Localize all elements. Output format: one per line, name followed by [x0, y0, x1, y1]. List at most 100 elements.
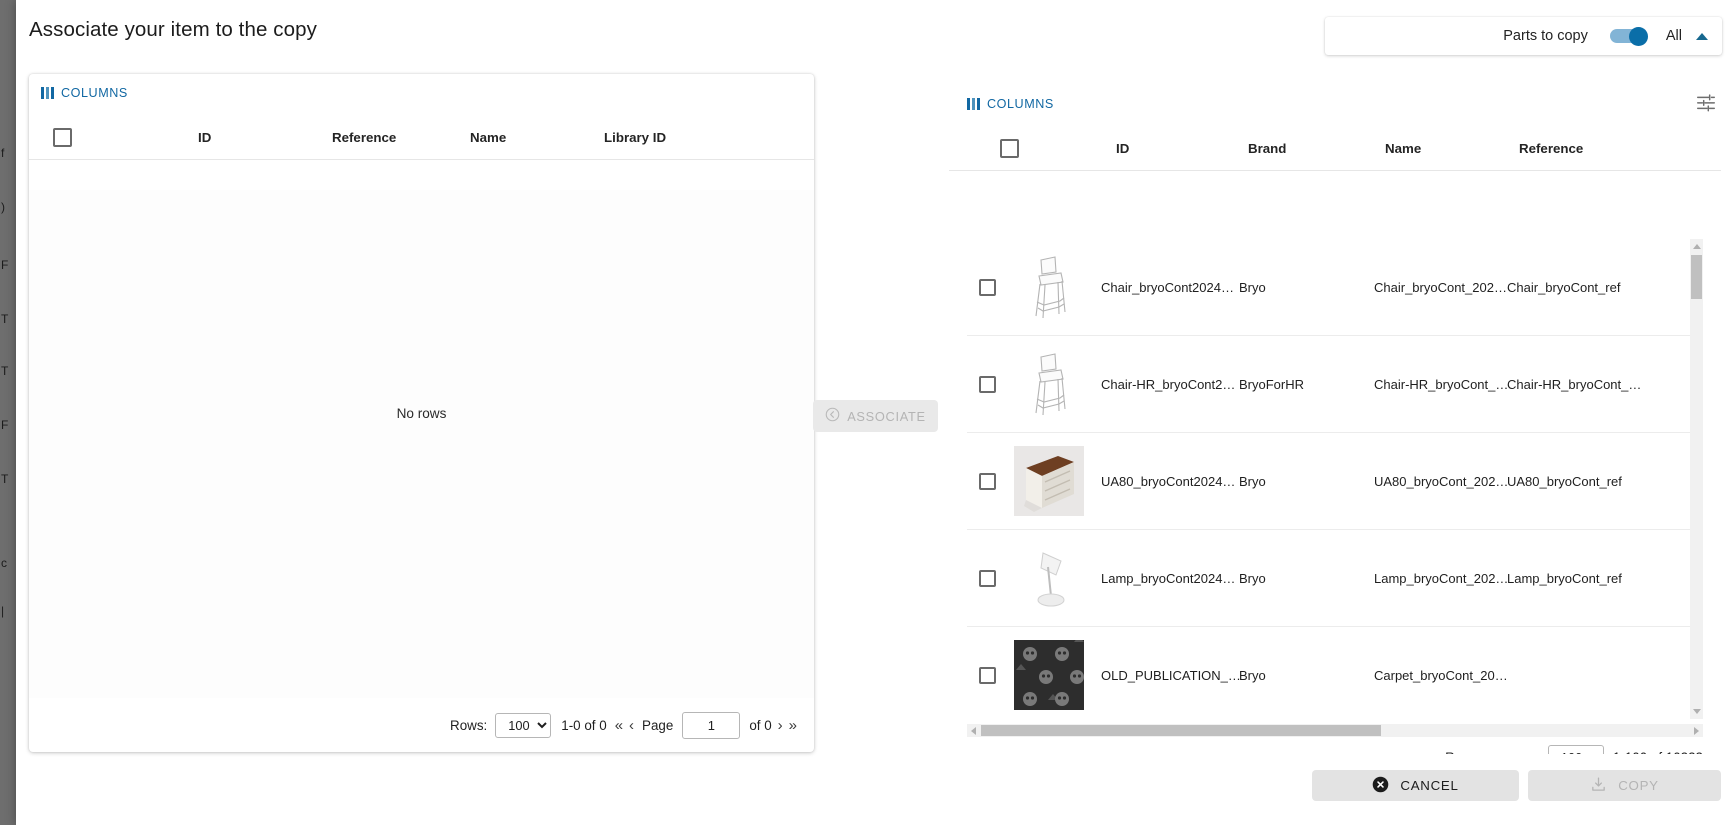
cell-name: Lamp_bryoCont_202… — [1374, 570, 1509, 586]
associate-button-label: ASSOCIATE — [847, 408, 926, 424]
column-header-brand[interactable]: Brand — [1248, 126, 1286, 171]
close-circle-icon — [1372, 776, 1389, 796]
row-checkbox[interactable] — [967, 472, 1008, 490]
cell-brand: Bryo — [1239, 570, 1266, 586]
row-checkbox[interactable] — [967, 375, 1008, 393]
row-checkbox[interactable] — [967, 569, 1008, 587]
scroll-down-icon[interactable] — [1693, 709, 1701, 714]
chair-hr-thumbnail — [1014, 349, 1084, 419]
select-all-checkbox-left[interactable] — [53, 128, 72, 152]
rows-per-page-select-right[interactable]: 100 — [1547, 744, 1604, 754]
scroll-right-icon[interactable] — [1694, 727, 1699, 735]
vertical-scrollbar[interactable] — [1690, 239, 1703, 719]
empty-state-message: No rows — [396, 406, 447, 421]
columns-button-left[interactable]: COLUMNS — [37, 83, 132, 103]
cell-brand: BryoForHR — [1239, 376, 1305, 392]
cell-id: Chair_bryoCont2024… — [1101, 279, 1234, 295]
rows-label-left: Rows: — [450, 717, 488, 733]
parts-to-copy-label: Parts to copy — [1503, 28, 1588, 44]
left-table-header: ID Reference Name Library ID — [29, 115, 814, 160]
prev-page-button-left[interactable]: ‹ — [626, 717, 637, 734]
page-label-left: Page — [642, 717, 674, 733]
next-page-button-left[interactable]: › — [775, 717, 786, 734]
first-page-button-left[interactable]: « — [612, 717, 626, 734]
columns-button-label: COLUMNS — [987, 97, 1054, 111]
column-header-name[interactable]: Name — [1385, 126, 1421, 171]
tune-icon[interactable] — [1695, 91, 1717, 113]
scrollbar-thumb[interactable] — [1691, 255, 1702, 299]
columns-icon — [967, 98, 980, 110]
scroll-up-icon[interactable] — [1693, 244, 1701, 249]
column-header-reference[interactable]: Reference — [332, 115, 396, 160]
row-range-left: 1-0 of 0 — [561, 717, 607, 733]
cell-id: UA80_bryoCont2024… — [1101, 473, 1236, 489]
column-header-reference[interactable]: Reference — [1519, 126, 1583, 171]
scrollbar-thumb[interactable] — [981, 725, 1381, 736]
horizontal-scrollbar[interactable] — [967, 724, 1703, 737]
columns-button-right[interactable]: COLUMNS — [963, 94, 1058, 114]
download-icon — [1590, 776, 1607, 796]
cell-name: Carpet_bryoCont_20… — [1374, 667, 1508, 683]
cell-brand: Bryo — [1239, 279, 1266, 295]
checkbox-box — [979, 472, 996, 490]
checkbox-box — [979, 278, 996, 296]
copy-button-label: COPY — [1618, 778, 1659, 793]
library-items-panel: COLUMNS ID Brand Name Reference Chair_br… — [949, 74, 1721, 754]
table-row[interactable]: Lamp_bryoCont2024… Bryo Lamp_bryoCont_20… — [967, 530, 1703, 627]
checkbox-box — [979, 569, 996, 587]
cell-brand: Bryo — [1239, 667, 1266, 683]
cell-id: OLD_PUBLICATION_… — [1101, 667, 1241, 683]
right-pagination: Rows per page: 100 1-100 of 10223 « ‹ Pa… — [949, 742, 1721, 754]
row-range-right: 1-100 of 10223 — [1613, 750, 1703, 755]
cell-reference: Lamp_bryoCont_ref — [1507, 570, 1622, 586]
rows-per-page-select-left[interactable]: 100 — [495, 712, 552, 738]
arrow-left-circle-icon — [825, 407, 840, 425]
chevron-up-icon[interactable] — [1696, 32, 1708, 40]
columns-icon — [41, 87, 54, 99]
cell-brand: Bryo — [1239, 473, 1266, 489]
cancel-button[interactable]: CANCEL — [1312, 770, 1519, 801]
page-title: Associate your item to the copy — [29, 18, 317, 41]
right-table-body: Chair_bryoCont2024… Bryo Chair_bryoCont_… — [967, 239, 1703, 719]
cancel-button-label: CANCEL — [1400, 778, 1459, 793]
table-row[interactable]: Chair_bryoCont2024… Bryo Chair_bryoCont_… — [967, 239, 1703, 336]
column-header-id[interactable]: ID — [1116, 126, 1129, 171]
checkbox-box — [979, 666, 996, 684]
copy-button[interactable]: COPY — [1528, 770, 1721, 801]
carpet-thumbnail — [1014, 640, 1084, 710]
column-header-name[interactable]: Name — [470, 115, 506, 160]
page-number-input-left[interactable] — [682, 711, 741, 739]
cell-name: Chair_bryoCont_202… — [1374, 279, 1507, 295]
table-row[interactable]: UA80_bryoCont2024… Bryo UA80_bryoCont_20… — [967, 433, 1703, 530]
cell-reference: Chair-HR_bryoCont_… — [1507, 376, 1642, 392]
toggle-knob — [1628, 26, 1648, 46]
cell-name: UA80_bryoCont_202… — [1374, 473, 1509, 489]
left-pagination: Rows: 100 1-0 of 0 « ‹ Page of 0 › » — [29, 698, 814, 752]
cabinet-thumbnail — [1014, 446, 1084, 516]
checkbox-box — [53, 128, 72, 147]
checkbox-box — [1000, 139, 1019, 158]
row-checkbox[interactable] — [967, 666, 1008, 684]
cell-reference: UA80_bryoCont_ref — [1507, 473, 1622, 489]
chair-thumbnail — [1014, 252, 1084, 322]
left-table-body: No rows — [29, 190, 814, 698]
associate-dialog: Associate your item to the copy Parts to… — [16, 0, 1735, 825]
last-page-button-left[interactable]: » — [786, 717, 800, 734]
row-checkbox[interactable] — [967, 278, 1008, 296]
lamp-thumbnail — [1014, 543, 1084, 613]
checkbox-box — [979, 375, 996, 393]
parts-to-copy-value: All — [1665, 28, 1682, 44]
parts-to-copy-bar: Parts to copy All — [1325, 17, 1722, 55]
scroll-left-icon[interactable] — [971, 727, 976, 735]
column-header-library-id[interactable]: Library ID — [604, 115, 666, 160]
cell-id: Lamp_bryoCont2024… — [1101, 570, 1236, 586]
columns-button-label: COLUMNS — [61, 86, 128, 100]
right-table-header: ID Brand Name Reference — [949, 126, 1721, 171]
table-row[interactable]: Chair-HR_bryoCont2… BryoForHR Chair-HR_b… — [967, 336, 1703, 433]
column-header-id[interactable]: ID — [198, 115, 211, 160]
select-all-checkbox-right[interactable] — [1000, 139, 1019, 163]
cell-reference: Chair_bryoCont_ref — [1507, 279, 1621, 295]
table-row[interactable]: OLD_PUBLICATION_… Bryo Carpet_bryoCont_2… — [967, 627, 1703, 719]
associate-button[interactable]: ASSOCIATE — [813, 400, 938, 432]
parts-to-copy-toggle[interactable] — [1609, 26, 1648, 46]
